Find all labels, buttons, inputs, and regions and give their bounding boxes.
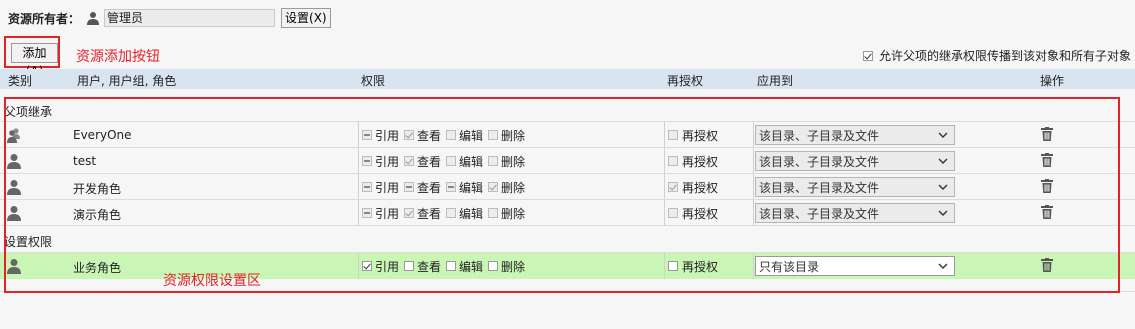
user-icon — [87, 12, 100, 25]
table-header: 类别 用户, 用户组, 角色 权限 再授权 应用到 操作 — [0, 69, 1135, 89]
permission-region-highlight — [4, 97, 1120, 293]
owner-row: 资源所有者： 管理员 设置(X) — [8, 8, 331, 28]
header-users: 用户, 用户组, 角色 — [77, 74, 177, 88]
header-permission: 权限 — [361, 74, 386, 88]
header-apply-to: 应用到 — [757, 74, 794, 88]
set-owner-button[interactable]: 设置(X) — [281, 8, 331, 28]
add-button-annotation: 资源添加按钮 — [76, 49, 160, 65]
owner-label: 资源所有者： — [8, 11, 81, 26]
header-regrant: 再授权 — [667, 74, 704, 88]
add-button[interactable]: 添加(A) — [11, 43, 58, 78]
owner-field[interactable]: 管理员 — [104, 9, 276, 27]
header-type: 类别 — [8, 74, 33, 88]
header-action: 操作 — [1040, 74, 1065, 88]
inherit-checkbox[interactable] — [862, 50, 873, 61]
add-button-highlight: 添加(A) — [4, 36, 60, 78]
inherit-option[interactable]: 允许父项的继承权限传播到该对象和所有子对象 — [862, 47, 1131, 64]
inherit-label: 允许父项的继承权限传播到该对象和所有子对象 — [878, 49, 1131, 63]
permission-region-annotation: 资源权限设置区 — [163, 273, 261, 289]
